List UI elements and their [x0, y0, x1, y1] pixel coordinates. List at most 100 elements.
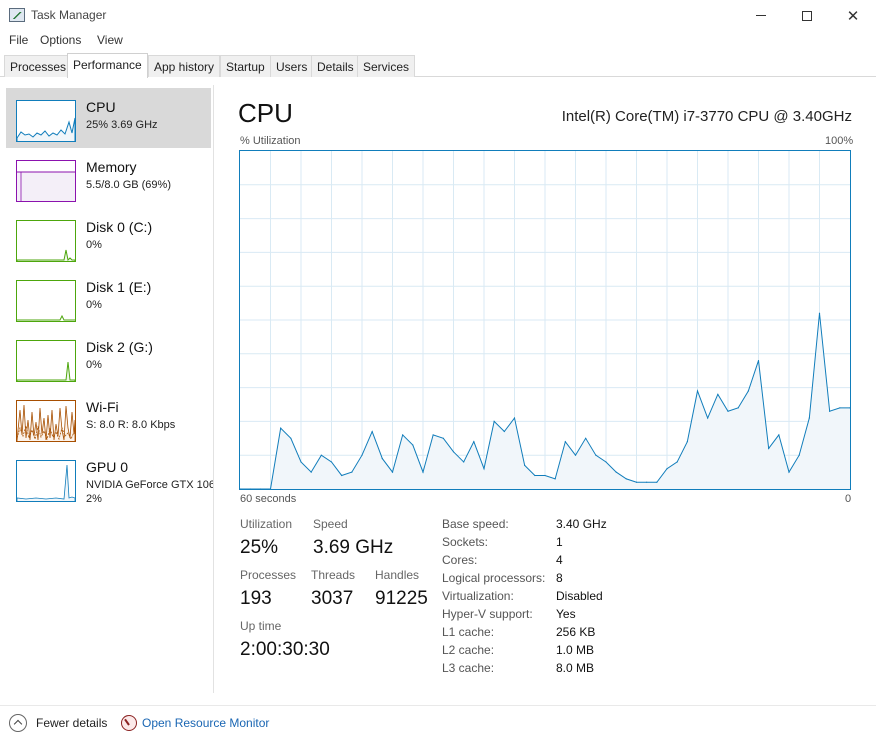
sidebar-item-value: 25% 3.69 GHz	[86, 119, 158, 131]
menu-options[interactable]: Options	[40, 33, 81, 47]
cpu-data-point	[768, 447, 770, 450]
cpu-data-point	[432, 434, 434, 436]
sidebar-item-value: 0%	[86, 299, 102, 311]
cpu-data-point	[310, 471, 312, 473]
cpu-utilization-graph	[239, 150, 851, 490]
tab-startup[interactable]: Startup	[220, 55, 271, 77]
spec-key: Logical processors:	[442, 571, 546, 585]
sidebar-item-label: Memory	[86, 159, 137, 175]
maximize-button[interactable]	[784, 0, 830, 31]
cpu-data-point	[839, 407, 841, 409]
menu-file-label: File	[9, 33, 29, 47]
sidebar-item-label: Disk 1 (E:)	[86, 279, 152, 295]
cpu-data-point	[361, 454, 363, 456]
cpu-data-point	[239, 488, 241, 490]
spec-value: 256 KB	[556, 625, 596, 639]
sidebar-item-disk-1[interactable]: Disk 1 (E:) 0%	[6, 268, 211, 328]
cpu-data-point	[280, 427, 282, 429]
spec-key: Base speed:	[442, 517, 509, 531]
spec-value: 3.40 GHz	[556, 517, 607, 531]
sidebar-item-label: Disk 0 (C:)	[86, 219, 153, 235]
cpu-data-point	[676, 461, 678, 463]
maximize-icon	[802, 10, 812, 21]
tab-users[interactable]: Users	[270, 55, 314, 77]
spec-key: L3 cache:	[442, 661, 495, 675]
spec-value: 1.0 MB	[556, 643, 595, 657]
cpu-data-point	[259, 488, 261, 490]
sidebar-item-disk-2[interactable]: Disk 2 (G:) 0%	[6, 328, 211, 388]
cpu-data-point	[574, 454, 577, 456]
close-button[interactable]: ✕	[830, 0, 876, 31]
uptime-label: Up time	[240, 619, 282, 633]
cpu-data-point	[483, 468, 485, 470]
cpu-data-point	[412, 444, 414, 446]
close-icon: ✕	[846, 7, 860, 25]
menu-file[interactable]: File	[9, 33, 28, 47]
cpu-data-point	[300, 461, 302, 463]
title-bar: Task Manager ✕	[0, 0, 876, 31]
tab-details[interactable]: Details	[311, 55, 360, 77]
spec-value: 4	[556, 553, 563, 567]
utilization-value: 25%	[240, 537, 279, 558]
wifi-thumbnail-graph	[16, 400, 76, 442]
tab-services[interactable]: Services	[357, 55, 416, 77]
handles-label: Handles	[375, 568, 420, 582]
cpu-data-point	[788, 471, 790, 473]
cpu-data-point	[493, 420, 495, 422]
page-title: CPU	[238, 98, 293, 128]
sidebar-item-label: Disk 2 (G:)	[86, 339, 153, 355]
cpu-data-point	[757, 359, 760, 362]
cpu-data-point	[442, 437, 444, 439]
tab-performance[interactable]: Performance	[67, 53, 148, 78]
cpu-data-point	[615, 471, 617, 473]
sidebar-item-wifi[interactable]: Wi-Fi S: 8.0 R: 8.0 Kbps	[6, 388, 211, 448]
footer: Fewer details Open Resource Monitor	[0, 705, 876, 747]
cpu-data-point	[585, 437, 587, 439]
disk-2-thumbnail-graph	[16, 340, 76, 382]
menu-view[interactable]: View	[97, 33, 123, 47]
open-resource-monitor-link[interactable]: Open Resource Monitor	[142, 716, 269, 730]
spec-key: Virtualization:	[442, 589, 514, 603]
cpu-data-point	[534, 474, 536, 477]
spec-key: Cores:	[442, 553, 478, 567]
spec-value: 1	[556, 535, 563, 549]
cpu-data-point	[290, 437, 292, 439]
sidebar-item-value: S: 8.0 R: 8.0 Kbps	[86, 419, 176, 431]
tab-processes[interactable]: Processes	[4, 55, 73, 77]
cpu-data-point	[666, 468, 668, 470]
cpu-data-point	[473, 441, 475, 443]
spec-value: 8	[556, 571, 563, 585]
cpu-thumbnail-graph	[16, 100, 76, 142]
minimize-button[interactable]	[738, 0, 784, 31]
sidebar-item-gpu-0[interactable]: GPU 0 NVIDIA GeForce GTX 1060 6GB 2%	[6, 448, 213, 508]
cpu-data-point	[381, 457, 383, 460]
y-axis-max-label: 100%	[825, 135, 854, 147]
tab-app-history[interactable]: App history	[148, 55, 221, 77]
spec-value: 8.0 MB	[556, 661, 595, 675]
fewer-details-link[interactable]: Fewer details	[36, 716, 107, 730]
cpu-data-point	[554, 478, 556, 480]
memory-thumbnail-graph	[16, 160, 76, 202]
cpu-data-point	[595, 454, 597, 456]
cpu-data-point	[686, 441, 688, 443]
sidebar-item-value: NVIDIA GeForce GTX 1060 6GB	[86, 479, 213, 491]
cpu-data-point	[646, 481, 648, 483]
speed-value: 3.69 GHz	[313, 537, 394, 558]
cpu-data-point	[402, 434, 404, 436]
cpu-data-point	[656, 481, 658, 483]
spec-key: Hyper-V support:	[442, 607, 533, 621]
sidebar-item-disk-0[interactable]: Disk 0 (C:) 0%	[6, 208, 211, 268]
cpu-data-point	[320, 454, 322, 456]
cpu-data-point	[737, 407, 739, 409]
spec-key: L1 cache:	[442, 625, 495, 639]
resource-monitor-icon[interactable]	[121, 715, 137, 731]
cpu-data-point	[808, 417, 810, 419]
sidebar-item-memory[interactable]: Memory 5.5/8.0 GB (69%)	[6, 148, 211, 208]
cpu-model-name: Intel(R) Core(TM) i7-3770 CPU @ 3.40GHz	[561, 108, 852, 125]
threads-label: Threads	[311, 568, 356, 582]
cpu-data-point	[452, 451, 455, 453]
sidebar-item-cpu[interactable]: CPU 25% 3.69 GHz	[6, 88, 211, 148]
y-axis-label: % Utilization	[240, 135, 301, 147]
disk-0-thumbnail-graph	[16, 220, 76, 262]
chevron-up-icon[interactable]	[9, 714, 27, 732]
